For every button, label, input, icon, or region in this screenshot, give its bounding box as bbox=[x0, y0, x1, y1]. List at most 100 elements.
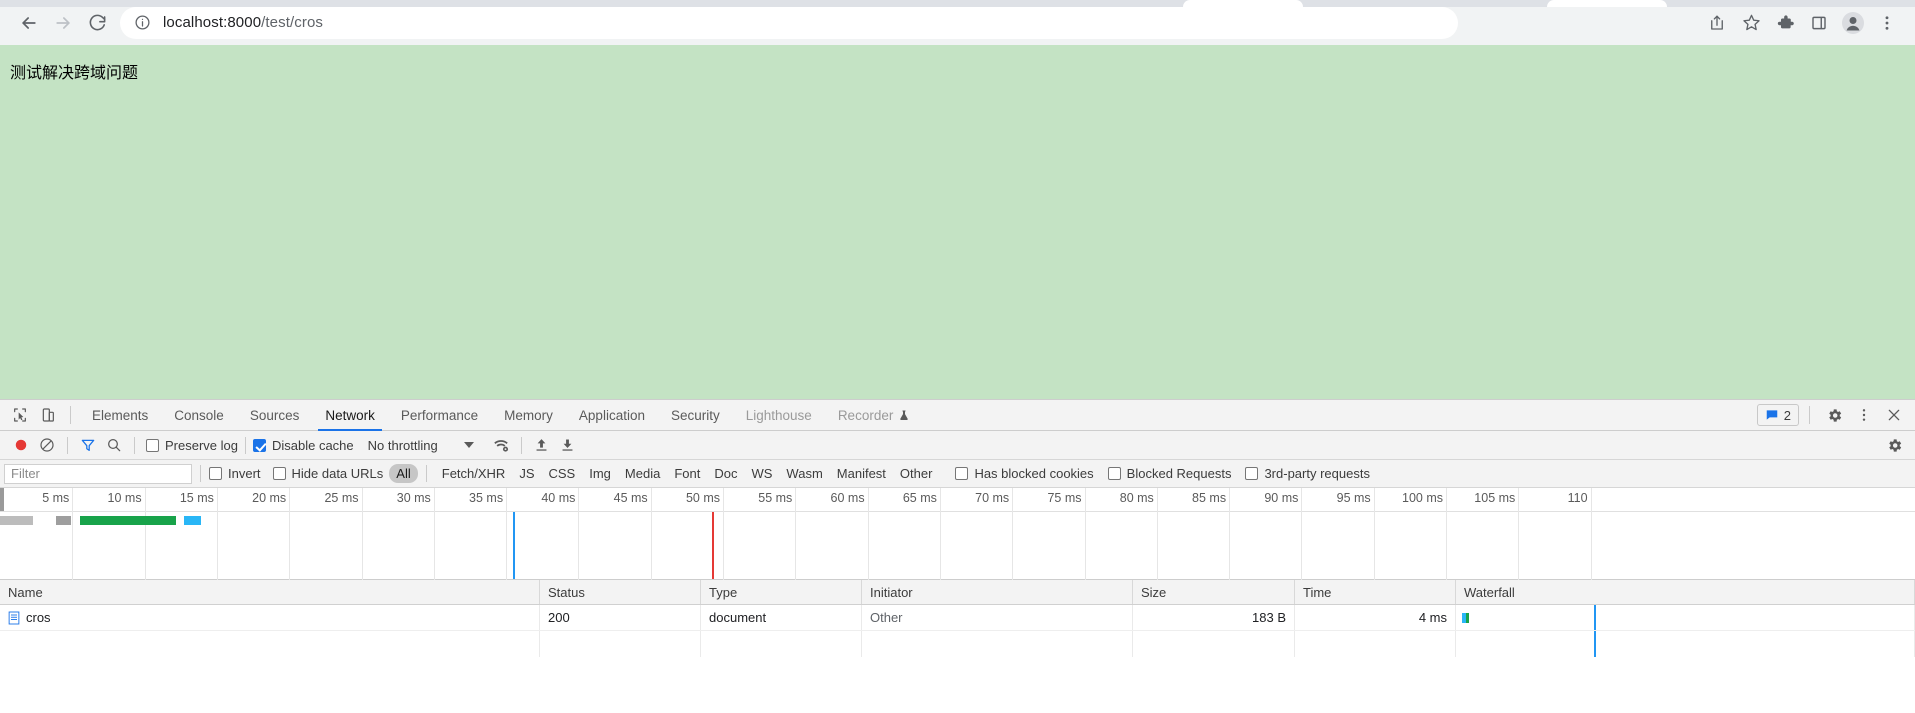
site-info-icon[interactable] bbox=[134, 14, 151, 31]
table-row[interactable]: cros 200 document Other 183 B 4 ms bbox=[0, 605, 1915, 631]
share-icon[interactable] bbox=[1701, 7, 1733, 39]
timeline-tick: 80 ms bbox=[1120, 488, 1158, 580]
browser-menu-icon[interactable] bbox=[1871, 7, 1903, 39]
column-header-size[interactable]: Size bbox=[1133, 580, 1295, 604]
devtools-more-icon[interactable] bbox=[1850, 402, 1878, 428]
page-viewport: 测试解决跨域问题 bbox=[0, 45, 1915, 399]
background-tab-2[interactable] bbox=[1547, 0, 1667, 7]
network-toolbar: Preserve log Disable cache No throttling bbox=[0, 431, 1915, 460]
message-count: 2 bbox=[1783, 407, 1791, 423]
tabbar-divider bbox=[70, 406, 71, 424]
page-heading: 测试解决跨域问题 bbox=[10, 63, 139, 82]
column-header-time[interactable]: Time bbox=[1295, 580, 1456, 604]
type-filter-all[interactable]: All bbox=[389, 464, 418, 483]
network-settings-icon[interactable] bbox=[1881, 433, 1907, 457]
import-har-icon[interactable] bbox=[529, 433, 555, 457]
timeline-tick: 100 ms bbox=[1402, 488, 1447, 580]
url-text: localhost:8000/test/cros bbox=[163, 14, 323, 31]
type-filter-fetch-xhr[interactable]: Fetch/XHR bbox=[435, 464, 513, 483]
side-panel-icon[interactable] bbox=[1803, 7, 1835, 39]
overview-bar-queueing bbox=[0, 516, 33, 525]
console-message-badge[interactable]: 2 bbox=[1756, 404, 1799, 426]
type-filter-wasm[interactable]: Wasm bbox=[779, 464, 829, 483]
throttling-dropdown[interactable]: No throttling bbox=[368, 438, 474, 453]
tab-console[interactable]: Console bbox=[161, 400, 237, 431]
timeline-tick: 110 bbox=[1568, 488, 1592, 580]
profile-avatar-icon[interactable] bbox=[1837, 7, 1869, 39]
type-filter-css[interactable]: CSS bbox=[542, 464, 583, 483]
filter-divider-2 bbox=[425, 465, 427, 482]
tab-memory[interactable]: Memory bbox=[491, 400, 566, 431]
background-tab-1[interactable] bbox=[1183, 0, 1303, 7]
right-divider bbox=[1809, 406, 1810, 424]
timeline-tick-label: 50 ms bbox=[685, 491, 720, 505]
cell-name[interactable]: cros bbox=[0, 605, 540, 630]
third-party-requests-checkbox[interactable]: 3rd-party requests bbox=[1245, 466, 1370, 481]
tab-recorder[interactable]: Recorder bbox=[825, 400, 924, 431]
filter-toggle-icon[interactable] bbox=[75, 433, 101, 457]
forward-button[interactable] bbox=[46, 6, 80, 40]
toolbar-divider-3 bbox=[244, 436, 246, 454]
tab-label: Lighthouse bbox=[745, 407, 812, 423]
tab-label: Elements bbox=[92, 407, 149, 423]
has-blocked-cookies-checkbox[interactable]: Has blocked cookies bbox=[955, 466, 1094, 481]
timeline-tick-label: 35 ms bbox=[469, 491, 504, 505]
column-header-waterfall[interactable]: Waterfall bbox=[1456, 580, 1915, 604]
tab-performance[interactable]: Performance bbox=[388, 400, 491, 431]
preserve-log-checkbox[interactable]: Preserve log bbox=[146, 438, 238, 453]
reload-button[interactable] bbox=[80, 6, 114, 40]
column-header-initiator[interactable]: Initiator bbox=[862, 580, 1133, 604]
timeline-tick-label: 20 ms bbox=[252, 491, 287, 505]
type-filter-doc[interactable]: Doc bbox=[707, 464, 744, 483]
column-header-type[interactable]: Type bbox=[701, 580, 862, 604]
chevron-down-icon bbox=[463, 442, 474, 448]
back-button[interactable] bbox=[12, 6, 46, 40]
tab-application[interactable]: Application bbox=[566, 400, 658, 431]
tab-sources[interactable]: Sources bbox=[237, 400, 313, 431]
extensions-puzzle-icon[interactable] bbox=[1769, 7, 1801, 39]
invert-checkbox[interactable]: Invert bbox=[209, 466, 261, 481]
blocked-requests-checkbox[interactable]: Blocked Requests bbox=[1107, 466, 1231, 481]
tab-security[interactable]: Security bbox=[658, 400, 733, 431]
record-button[interactable] bbox=[8, 433, 34, 457]
type-filter-img[interactable]: Img bbox=[582, 464, 618, 483]
address-bar[interactable]: localhost:8000/test/cros bbox=[120, 6, 1458, 39]
message-icon bbox=[1766, 410, 1778, 420]
hide-data-urls-checkbox[interactable]: Hide data URLs bbox=[272, 466, 383, 481]
throttling-value: No throttling bbox=[367, 437, 438, 453]
tab-network[interactable]: Network bbox=[312, 400, 388, 431]
timeline-tick-label: 110 bbox=[1567, 491, 1588, 505]
type-filter-media[interactable]: Media bbox=[618, 464, 667, 483]
export-har-icon[interactable] bbox=[555, 433, 581, 457]
network-overview-timeline[interactable]: 5 ms 10 ms 15 ms 20 ms 25 ms 30 ms 35 ms 40 ms 4… bbox=[0, 488, 1915, 580]
timeline-tick: 90 ms bbox=[1264, 488, 1303, 580]
table-header-row: Name Status Type Initiator Size Time Wat… bbox=[0, 580, 1915, 605]
settings-gear-icon[interactable] bbox=[1820, 402, 1848, 428]
type-filter-ws[interactable]: WS bbox=[744, 464, 779, 483]
network-conditions-icon[interactable] bbox=[488, 433, 514, 457]
type-filter-font[interactable]: Font bbox=[667, 464, 707, 483]
bookmark-star-icon[interactable] bbox=[1735, 7, 1767, 39]
inspect-element-icon[interactable] bbox=[6, 402, 34, 428]
timeline-tick: 25 ms bbox=[324, 488, 363, 580]
cell-initiator: Other bbox=[862, 605, 1133, 630]
clear-button[interactable] bbox=[34, 433, 60, 457]
tab-lighthouse[interactable]: Lighthouse bbox=[733, 400, 825, 431]
waterfall-bar-downloading bbox=[1466, 613, 1469, 623]
filter-input[interactable] bbox=[4, 463, 192, 484]
type-filter-manifest[interactable]: Manifest bbox=[830, 464, 893, 483]
type-filter-js[interactable]: JS bbox=[512, 464, 541, 483]
column-header-name[interactable]: Name bbox=[0, 580, 540, 604]
disable-cache-checkbox[interactable]: Disable cache bbox=[252, 438, 354, 453]
column-header-status[interactable]: Status bbox=[540, 580, 701, 604]
request-name: cros bbox=[26, 610, 51, 625]
tab-elements[interactable]: Elements bbox=[79, 400, 161, 431]
network-filter-bar: Invert Hide data URLs All Fetch/XHR JS C… bbox=[0, 460, 1915, 488]
timeline-tick-label: 40 ms bbox=[541, 491, 576, 505]
table-empty-row bbox=[0, 631, 1915, 657]
close-devtools-icon[interactable] bbox=[1880, 402, 1908, 428]
search-icon[interactable] bbox=[101, 433, 127, 457]
type-filter-other[interactable]: Other bbox=[893, 464, 940, 483]
device-toolbar-icon[interactable] bbox=[34, 402, 62, 428]
cell-type: document bbox=[701, 605, 862, 630]
